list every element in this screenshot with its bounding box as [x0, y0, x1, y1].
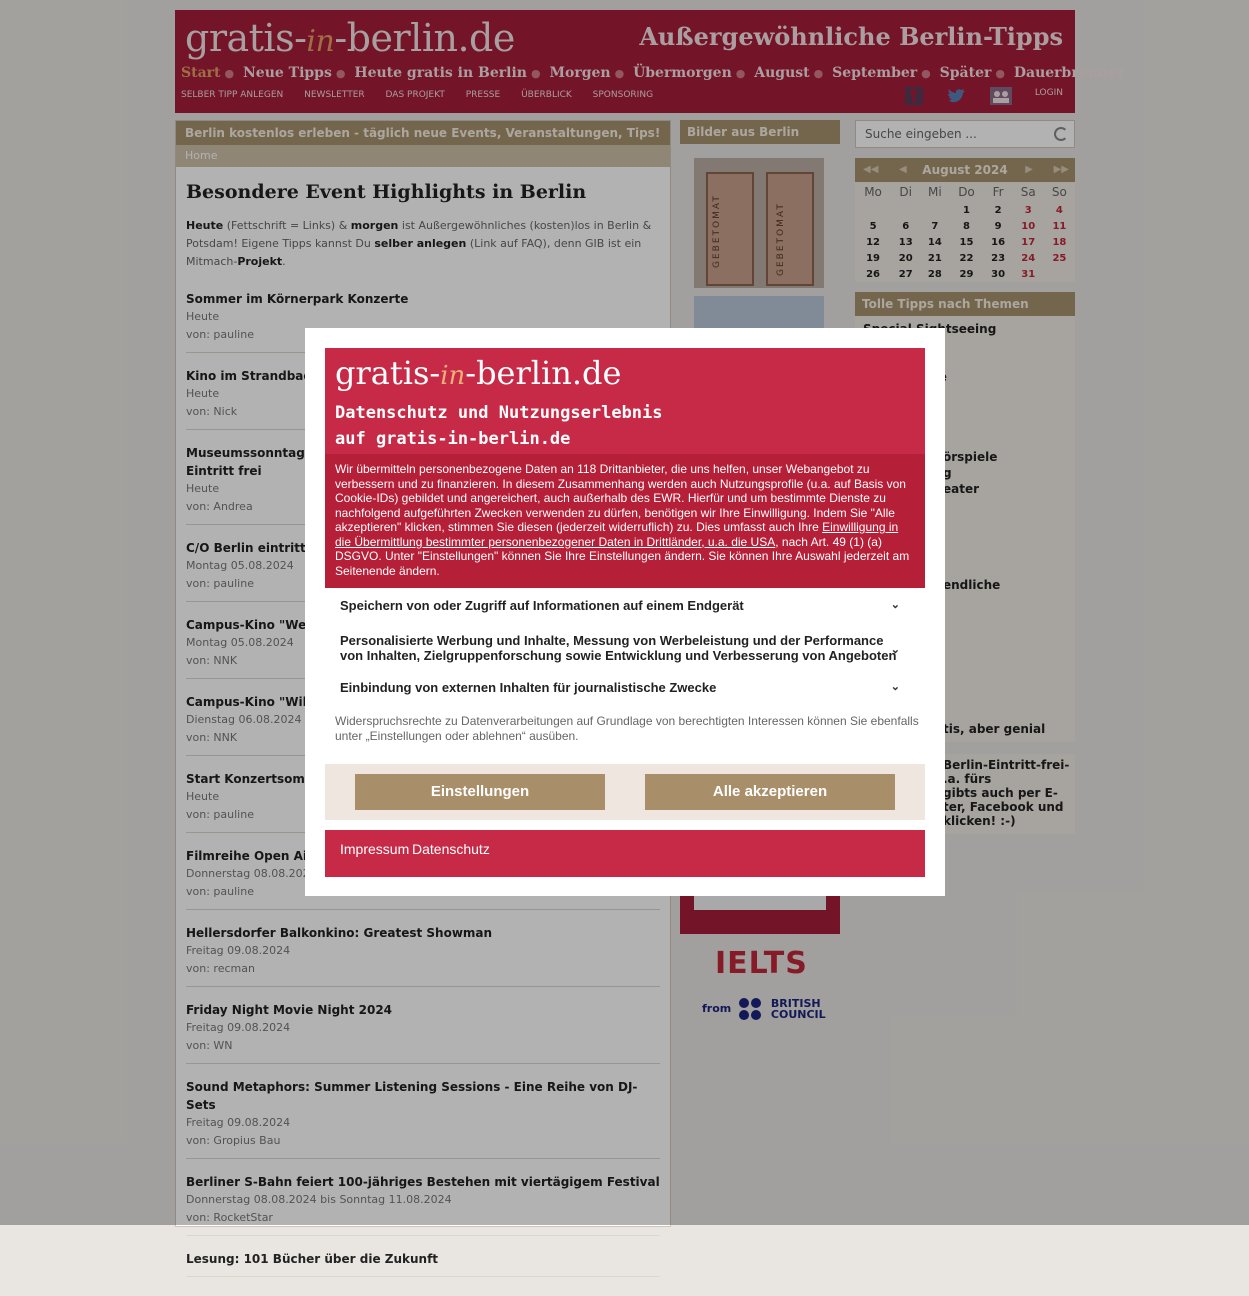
purpose-storage[interactable]: Speichern von oder Zugriff auf Informati… [340, 598, 900, 613]
impressum-link[interactable]: Impressum [340, 841, 409, 857]
datenschutz-link[interactable]: Datenschutz [412, 841, 490, 857]
chevron-down-icon[interactable]: ⌄ [891, 680, 900, 695]
consent-button-bar: Einstellungen Alle akzeptieren [325, 764, 925, 820]
purpose-ads[interactable]: Personalisierte Werbung und Inhalte, Mes… [340, 633, 900, 663]
chevron-down-icon[interactable]: ⌄ [891, 643, 900, 658]
chevron-down-icon[interactable]: ⌄ [891, 598, 900, 613]
consent-body: Wir übermitteln personenbezogene Daten a… [325, 454, 925, 588]
consent-header: gratis-in-berlin.de Datenschutz und Nutz… [325, 348, 925, 588]
settings-button[interactable]: Einstellungen [355, 774, 605, 810]
consent-dialog: gratis-in-berlin.de Datenschutz und Nutz… [305, 328, 945, 896]
accept-all-button[interactable]: Alle akzeptieren [645, 774, 895, 810]
event-item: Lesung: 101 Bücher über die Zukunft [186, 1245, 660, 1277]
objection-note: Widerspruchsrechte zu Datenverarbeitunge… [335, 714, 919, 743]
consent-title: Datenschutz und Nutzungserlebnis auf grat… [335, 403, 663, 449]
event-title[interactable]: Lesung: 101 Bücher über die Zukunft [186, 1250, 660, 1268]
consent-logo: gratis-in-berlin.de [335, 354, 622, 392]
purpose-external-content[interactable]: Einbindung von externen Inhalten für jou… [340, 680, 900, 695]
consent-footer: Impressum Datenschutz [325, 830, 925, 877]
